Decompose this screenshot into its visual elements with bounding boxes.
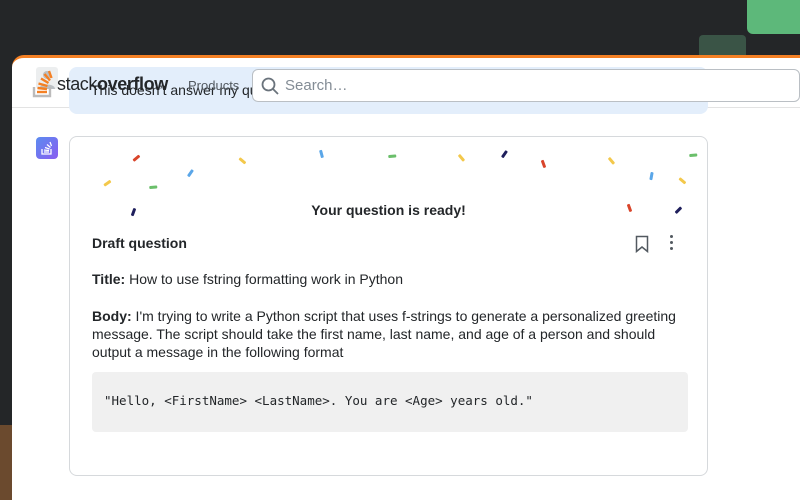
background-shape [699,35,746,55]
logo-text-bold: overflow [97,73,168,94]
body-label: Body: [92,308,132,324]
products-link[interactable]: Products [188,78,239,93]
question-title: Title: How to use fstring formatting wor… [92,271,403,287]
search-icon [261,77,279,95]
bookmark-icon[interactable] [635,235,649,253]
more-options-icon[interactable] [670,235,674,253]
stackoverflow-ai-icon [36,137,58,159]
title-label: Title: [92,271,126,287]
code-block: "Hello, <FirstName> <LastName>. You are … [92,372,688,432]
background-shape [0,425,12,500]
logo-text-light: stack [57,73,98,94]
question-body: Body: I'm trying to write a Python scrip… [92,307,692,361]
draft-question-card: Your question is ready! Draft question T… [69,136,708,476]
search-input[interactable] [285,74,585,97]
search-box[interactable] [252,69,800,102]
draft-question-heading: Draft question [92,235,187,251]
stackoverflow-logo[interactable]: stackoverflow [32,70,168,98]
question-ready-heading: Your question is ready! [311,202,466,218]
title-text: How to use fstring formatting work in Py… [125,271,403,287]
body-text: I'm trying to write a Python script that… [92,308,676,360]
background-shape [747,0,800,34]
stackoverflow-logo-icon [32,70,53,98]
